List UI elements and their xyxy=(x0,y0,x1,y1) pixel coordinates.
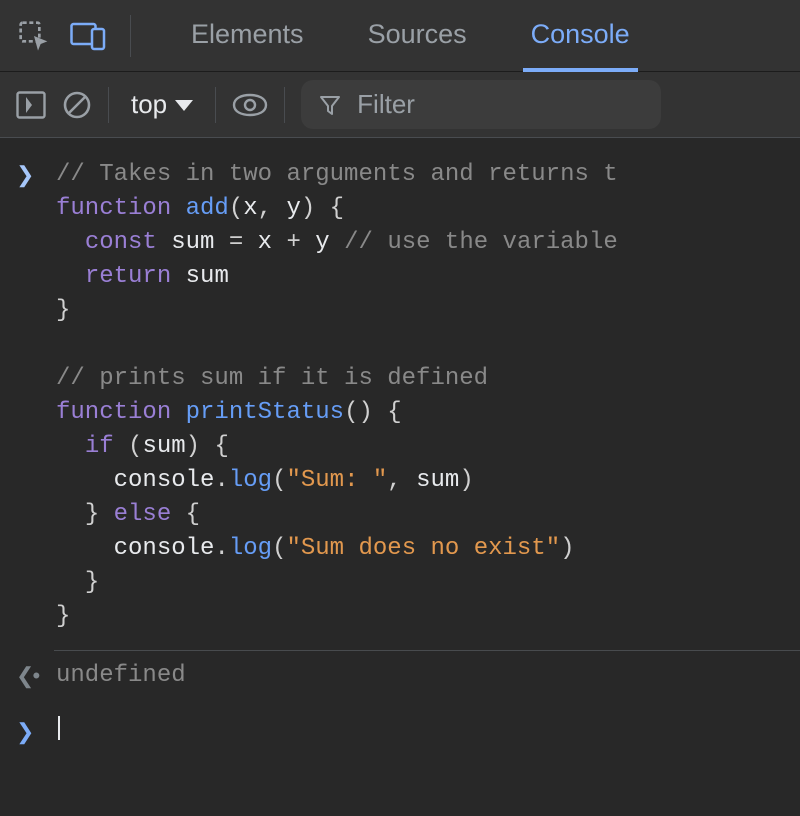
divider xyxy=(215,87,216,123)
device-toolbar-icon[interactable] xyxy=(70,18,106,54)
tab-label: Elements xyxy=(191,19,304,50)
clear-console-icon[interactable] xyxy=(62,87,92,123)
divider xyxy=(130,15,131,57)
tab-label: Console xyxy=(531,19,630,50)
execution-context-select[interactable]: top xyxy=(125,89,199,120)
context-label: top xyxy=(131,89,167,120)
divider xyxy=(54,650,800,651)
prompt-icon xyxy=(16,158,56,634)
live-expression-icon[interactable] xyxy=(232,87,268,123)
divider xyxy=(284,87,285,123)
filter-box[interactable] xyxy=(301,80,661,129)
filter-input[interactable] xyxy=(355,88,643,121)
tab-elements[interactable]: Elements xyxy=(183,0,312,72)
tab-label: Sources xyxy=(368,19,467,50)
console-prompt[interactable] xyxy=(0,703,800,759)
console-entry-output: undefined xyxy=(0,657,800,703)
prompt-input[interactable] xyxy=(56,715,60,749)
tab-sources[interactable]: Sources xyxy=(360,0,475,72)
console-body: // Takes in two arguments and returns t … xyxy=(0,138,800,759)
output-icon xyxy=(16,659,56,693)
inspect-element-icon[interactable] xyxy=(16,18,52,54)
output-text: undefined xyxy=(56,659,186,693)
devtools-tabbar: Elements Sources Console xyxy=(0,0,800,72)
tab-console[interactable]: Console xyxy=(523,0,638,72)
console-entry-input: // Takes in two arguments and returns t … xyxy=(0,156,800,644)
funnel-icon xyxy=(319,94,341,116)
divider xyxy=(108,87,109,123)
tabs: Elements Sources Console xyxy=(155,0,784,71)
console-toolbar: top xyxy=(0,72,800,138)
sidebar-toggle-icon[interactable] xyxy=(16,87,46,123)
prompt-icon xyxy=(16,715,56,749)
code-block[interactable]: // Takes in two arguments and returns t … xyxy=(56,158,618,634)
chevron-down-icon xyxy=(175,100,193,111)
